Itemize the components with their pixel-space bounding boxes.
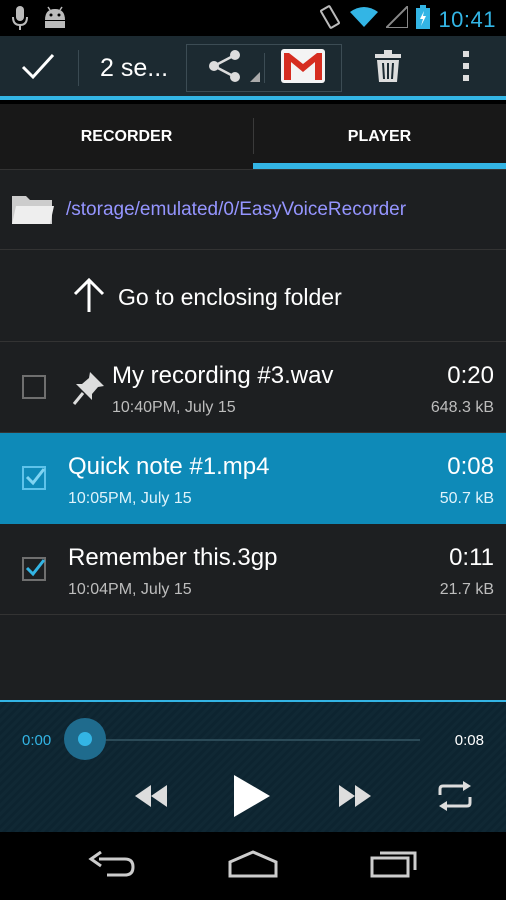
go-up-folder-row[interactable]: Go to enclosing folder — [0, 250, 506, 342]
play-icon — [234, 774, 270, 822]
list-item[interactable]: Quick note #1.mp4 10:05PM, July 15 0:08 … — [0, 433, 506, 524]
repeat-button[interactable] — [428, 776, 482, 820]
status-bar: 10:41 — [0, 0, 506, 36]
file-duration: 0:11 — [449, 544, 494, 571]
row-checkbox[interactable] — [22, 466, 46, 490]
gmail-icon — [280, 48, 325, 88]
row-checkbox[interactable] — [22, 557, 46, 581]
tab-recorder-label: RECORDER — [80, 127, 173, 145]
file-size: 21.7 kB — [439, 581, 494, 598]
done-button[interactable] — [0, 36, 76, 100]
file-date: 10:05PM, July 15 — [68, 490, 192, 507]
overflow-menu-button[interactable] — [436, 36, 496, 100]
home-button[interactable] — [213, 844, 293, 888]
file-size: 50.7 kB — [439, 490, 494, 507]
dropdown-corner-icon — [249, 69, 260, 87]
status-time: 10:41 — [438, 6, 496, 32]
current-time: 0:00 — [22, 732, 52, 749]
recent-apps-icon — [370, 850, 418, 883]
signal-icon — [384, 3, 410, 33]
seek-bar[interactable] — [86, 739, 420, 741]
wifi-icon — [350, 6, 379, 33]
delete-button[interactable] — [358, 36, 418, 100]
share-action-provider — [186, 44, 342, 92]
file-duration: 0:08 — [447, 453, 494, 480]
tab-player[interactable]: PLAYER — [253, 104, 506, 169]
row-checkbox[interactable] — [22, 375, 46, 399]
share-button[interactable] — [187, 45, 264, 91]
system-nav-bar — [0, 832, 506, 900]
file-name: My recording #3.wav — [112, 362, 334, 389]
check-icon — [21, 52, 55, 85]
file-name: Quick note #1.mp4 — [68, 453, 270, 480]
battery-charging-icon — [416, 5, 431, 34]
file-name: Remember this.3gp — [68, 544, 278, 571]
play-button[interactable] — [222, 770, 282, 826]
home-icon — [226, 849, 280, 883]
rewind-button[interactable] — [124, 778, 178, 818]
checkmark-icon — [25, 559, 46, 577]
arrow-up-icon — [72, 276, 106, 317]
list-item[interactable]: Remember this.3gp 10:04PM, July 15 0:11 … — [0, 524, 506, 615]
trash-icon — [375, 49, 401, 87]
fast-forward-icon — [339, 784, 371, 812]
repeat-icon — [436, 780, 474, 816]
list-item[interactable]: My recording #3.wav 10:40PM, July 15 0:2… — [0, 342, 506, 433]
checkmark-icon — [25, 468, 46, 486]
player-panel: 0:00 0:08 — [0, 700, 506, 832]
gmail-share-button[interactable] — [265, 45, 342, 91]
total-time: 0:08 — [454, 732, 484, 749]
file-date: 10:40PM, July 15 — [112, 399, 236, 416]
file-duration: 0:20 — [447, 362, 494, 389]
back-icon — [87, 850, 137, 882]
file-date: 10:04PM, July 15 — [68, 581, 192, 598]
contextual-action-bar: 2 se... — [0, 36, 506, 100]
file-size: 648.3 kB — [430, 399, 494, 416]
recordings-list: /storage/emulated/0/EasyVoiceRecorder Go… — [0, 170, 506, 700]
folder-path: /storage/emulated/0/EasyVoiceRecorder — [66, 199, 407, 220]
recent-apps-button[interactable] — [354, 844, 434, 888]
folder-icon — [12, 192, 54, 231]
android-icon — [42, 6, 68, 35]
selection-count-title: 2 se... — [100, 54, 169, 82]
back-button[interactable] — [72, 844, 152, 888]
go-up-label: Go to enclosing folder — [118, 284, 342, 310]
seek-thumb[interactable] — [64, 718, 106, 760]
share-icon — [207, 49, 243, 88]
microphone-icon — [12, 6, 28, 35]
tab-player-label: PLAYER — [347, 127, 412, 145]
fast-forward-button[interactable] — [328, 778, 382, 818]
tab-recorder[interactable]: RECORDER — [0, 104, 253, 169]
vibrate-icon — [318, 4, 342, 35]
pin-icon — [72, 370, 106, 411]
rewind-icon — [135, 784, 167, 812]
overflow-menu-icon — [462, 50, 470, 86]
current-folder-row[interactable]: /storage/emulated/0/EasyVoiceRecorder — [0, 170, 506, 250]
